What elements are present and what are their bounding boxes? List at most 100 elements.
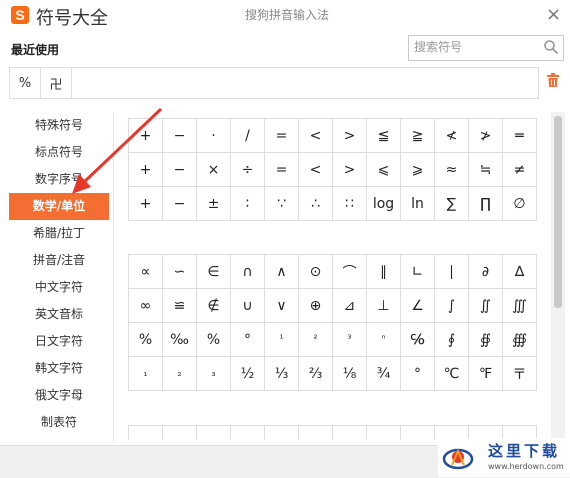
symbol-cell[interactable]: ∵	[265, 187, 299, 221]
symbol-cell[interactable]: ⁿ	[367, 323, 401, 357]
sidebar-item-numbers[interactable]: 数字序号	[9, 166, 109, 193]
symbol-cell[interactable]: ∞	[129, 289, 163, 323]
symbol-cell[interactable]: ∈	[197, 255, 231, 289]
symbol-cell[interactable]: ∝	[129, 255, 163, 289]
symbol-cell[interactable]: +	[129, 187, 163, 221]
symbol-cell[interactable]: <	[299, 119, 333, 153]
symbol-cell[interactable]: %	[197, 323, 231, 357]
symbol-cell[interactable]: =	[265, 119, 299, 153]
symbol-cell[interactable]: ≮	[435, 119, 469, 153]
symbol-cell[interactable]: ∷	[333, 187, 367, 221]
symbol-cell[interactable]: ∭	[503, 289, 537, 323]
symbol-cell[interactable]: ℃	[435, 357, 469, 391]
sidebar-item-japanese[interactable]: 日文字符	[9, 328, 109, 355]
symbol-cell[interactable]: ∩	[231, 255, 265, 289]
symbol-cell[interactable]: ½	[231, 357, 265, 391]
symbol-cell[interactable]: −	[163, 187, 197, 221]
symbol-cell[interactable]: ∅	[503, 187, 537, 221]
scrollbar[interactable]	[551, 112, 565, 442]
symbol-cell[interactable]: ∯	[469, 323, 503, 357]
symbol-cell-partial[interactable]	[129, 426, 163, 440]
symbol-cell[interactable]: %	[129, 323, 163, 357]
sidebar-item-pinyin[interactable]: 拼音/注音	[9, 247, 109, 274]
symbol-cell[interactable]: ⌒	[333, 255, 367, 289]
symbol-cell[interactable]: ⊕	[299, 289, 333, 323]
symbol-cell[interactable]: ∰	[503, 323, 537, 357]
trash-icon[interactable]	[545, 72, 561, 88]
symbol-cell[interactable]: ∂	[469, 255, 503, 289]
symbol-cell[interactable]: ≦	[367, 119, 401, 153]
symbol-cell[interactable]: ⅓	[265, 357, 299, 391]
symbol-cell[interactable]: ═	[503, 119, 537, 153]
symbol-cell[interactable]: ∆	[503, 255, 537, 289]
symbol-cell[interactable]: >	[333, 153, 367, 187]
symbol-cell[interactable]: ⅛	[333, 357, 367, 391]
symbol-cell[interactable]: <	[299, 153, 333, 187]
symbol-cell[interactable]: ∏	[469, 187, 503, 221]
symbol-cell[interactable]: 〒	[503, 357, 537, 391]
symbol-cell[interactable]: ²	[299, 323, 333, 357]
symbol-cell[interactable]: ℉	[469, 357, 503, 391]
symbol-cell[interactable]: ₃	[197, 357, 231, 391]
symbol-cell[interactable]: ₂	[163, 357, 197, 391]
symbol-cell[interactable]: ⊥	[367, 289, 401, 323]
symbol-cell[interactable]: ≯	[469, 119, 503, 153]
symbol-cell[interactable]: ÷	[231, 153, 265, 187]
symbol-cell-partial[interactable]	[163, 426, 197, 440]
symbol-cell[interactable]: ∫	[435, 289, 469, 323]
symbol-cell[interactable]: ∥	[367, 255, 401, 289]
symbol-cell[interactable]: ∠	[401, 289, 435, 323]
symbol-cell[interactable]: ±	[197, 187, 231, 221]
symbol-cell[interactable]: °	[231, 323, 265, 357]
sidebar-item-chinese[interactable]: 中文字符	[9, 274, 109, 301]
sidebar-item-russian[interactable]: 俄文字母	[9, 382, 109, 409]
symbol-cell[interactable]: =	[265, 153, 299, 187]
symbol-cell[interactable]: ≌	[163, 289, 197, 323]
symbol-cell[interactable]: −	[163, 119, 197, 153]
symbol-cell[interactable]: −	[163, 153, 197, 187]
symbol-cell[interactable]: ∣	[435, 255, 469, 289]
symbol-cell[interactable]: ∮	[435, 323, 469, 357]
symbol-cell[interactable]: ⅔	[299, 357, 333, 391]
symbol-cell[interactable]: ∟	[401, 255, 435, 289]
symbol-cell[interactable]: ‰	[163, 323, 197, 357]
symbol-cell[interactable]: ×	[197, 153, 231, 187]
sidebar-item-math-units[interactable]: 数学/单位	[9, 193, 109, 220]
recent-symbol[interactable]: 卍	[41, 68, 72, 98]
symbol-cell[interactable]: ∉	[197, 289, 231, 323]
recent-symbol[interactable]: %	[10, 68, 41, 98]
sidebar-item-phonetic[interactable]: 英文音标	[9, 301, 109, 328]
symbol-cell-partial[interactable]	[367, 426, 401, 440]
symbol-cell[interactable]: ≈	[435, 153, 469, 187]
symbol-cell[interactable]: ·	[197, 119, 231, 153]
symbol-cell[interactable]: log	[367, 187, 401, 221]
symbol-cell[interactable]: ∴	[299, 187, 333, 221]
symbol-cell[interactable]: ₁	[129, 357, 163, 391]
symbol-cell[interactable]: ≠	[503, 153, 537, 187]
symbol-cell[interactable]: ln	[401, 187, 435, 221]
search-box[interactable]	[408, 35, 564, 61]
symbol-cell[interactable]: ∨	[265, 289, 299, 323]
symbol-cell[interactable]: ∧	[265, 255, 299, 289]
symbol-cell-partial[interactable]	[265, 426, 299, 440]
symbol-cell[interactable]: ∬	[469, 289, 503, 323]
symbol-cell[interactable]: ∪	[231, 289, 265, 323]
sidebar-item-greek-latin[interactable]: 希腊/拉丁	[9, 220, 109, 247]
symbol-cell[interactable]: +	[129, 119, 163, 153]
symbol-cell[interactable]: ⩽	[367, 153, 401, 187]
symbol-cell[interactable]: ∽	[163, 255, 197, 289]
sidebar-item-box-drawing[interactable]: 制表符	[9, 409, 109, 436]
symbol-cell[interactable]: /	[231, 119, 265, 153]
symbol-cell[interactable]: ³	[333, 323, 367, 357]
symbol-cell[interactable]: +	[129, 153, 163, 187]
sidebar-item-special[interactable]: 特殊符号	[9, 112, 109, 139]
symbol-cell[interactable]: ≒	[469, 153, 503, 187]
symbol-cell[interactable]: ∶	[231, 187, 265, 221]
symbol-cell[interactable]: ⊿	[333, 289, 367, 323]
symbol-cell[interactable]: °	[401, 357, 435, 391]
close-button[interactable]: ×	[546, 4, 561, 25]
symbol-cell[interactable]: ⊙	[299, 255, 333, 289]
symbol-cell-partial[interactable]	[231, 426, 265, 440]
symbol-cell-partial[interactable]	[333, 426, 367, 440]
symbol-cell[interactable]: ⩾	[401, 153, 435, 187]
